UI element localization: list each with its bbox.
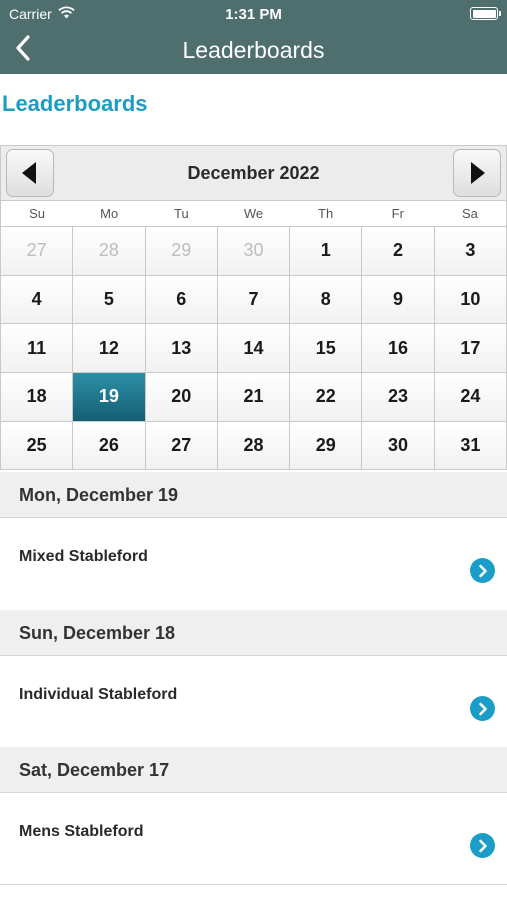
- status-time: 1:31 PM: [225, 6, 282, 23]
- calendar-day-21[interactable]: 21: [217, 373, 291, 422]
- calendar-day-5[interactable]: 5: [73, 275, 146, 325]
- calendar-day-12[interactable]: 12: [73, 324, 146, 374]
- calendar: December 2022 Su Mo Tu We Th Fr Sa 27 28 2…: [0, 145, 507, 471]
- calendar-day-8[interactable]: 8: [290, 275, 363, 325]
- date-section-header: Sun, December 18: [0, 610, 507, 656]
- calendar-day-4[interactable]: 4: [1, 275, 74, 325]
- date-section-label: Mon, December 19: [19, 485, 179, 505]
- month-label: December 2022: [187, 163, 320, 183]
- arrow-right-icon: [471, 162, 485, 184]
- weekday-label: Sa: [461, 206, 478, 221]
- calendar-day-30[interactable]: 30: [217, 227, 291, 276]
- calendar-day-28[interactable]: 28: [217, 421, 291, 471]
- calendar-day-2[interactable]: 2: [362, 227, 435, 276]
- calendar-day-11[interactable]: 11: [1, 324, 74, 374]
- calendar-day-10[interactable]: 10: [434, 275, 507, 325]
- calendar-day-28[interactable]: 28: [73, 227, 146, 276]
- calendar-day-29[interactable]: 29: [145, 227, 218, 276]
- top-bar: Carrier 1:31 PM Leaderboards: [0, 0, 507, 74]
- calendar-day-27[interactable]: 27: [1, 227, 74, 276]
- calendar-day-26[interactable]: 26: [73, 421, 146, 471]
- chevron-right-icon: [470, 833, 495, 858]
- event-name: Individual Stableford: [19, 686, 178, 703]
- next-month-button[interactable]: [453, 149, 501, 197]
- calendar-day-19[interactable]: 19: [73, 373, 146, 422]
- event-name: Mens Stableford: [19, 823, 144, 840]
- date-section-label: Sun, December 18: [19, 623, 176, 643]
- calendar-day-17[interactable]: 17: [434, 324, 507, 374]
- date-section-label: Sat, December 17: [19, 760, 170, 780]
- date-section-header: Mon, December 19: [0, 472, 507, 518]
- page-title: Leaderboards: [2, 91, 148, 116]
- calendar-day-7[interactable]: 7: [217, 275, 291, 325]
- calendar-day-24[interactable]: 24: [434, 373, 507, 422]
- calendar-grid: 27 28 29 30 1 2 3 4 5 6 7 8 9 10 11 12 13 14 15 16 17 18 19 20 2…: [0, 226, 507, 471]
- calendar-day-18[interactable]: 18: [1, 373, 74, 422]
- event-name: Mixed Stableford: [19, 548, 148, 565]
- nav-bar: Leaderboards: [0, 28, 507, 74]
- weekday-label: Th: [318, 206, 334, 221]
- weekday-row: Su Mo Tu We Th Fr Sa: [0, 201, 507, 226]
- weekday-label: Fr: [391, 206, 404, 221]
- status-bar: Carrier 1:31 PM: [0, 0, 507, 28]
- calendar-day-25[interactable]: 25: [1, 421, 74, 471]
- calendar-day-14[interactable]: 14: [217, 324, 291, 374]
- calendar-week-row: 4 5 6 7 8 9 10: [1, 275, 507, 325]
- chevron-right-icon: [470, 696, 495, 721]
- date-section-header: Sat, December 17: [0, 747, 507, 793]
- leaderboard-row-mens-stableford[interactable]: Mens Stableford: [0, 793, 507, 885]
- nav-title: Leaderboards: [182, 37, 325, 63]
- calendar-day-6[interactable]: 6: [145, 275, 218, 325]
- calendar-week-row: 18 19 20 21 22 23 24: [1, 373, 507, 422]
- chevron-right-icon: [470, 558, 495, 583]
- calendar-day-3[interactable]: 3: [434, 227, 507, 276]
- leaderboard-row-individual-stableford[interactable]: Individual Stableford: [0, 656, 507, 748]
- calendar-header: December 2022: [0, 145, 507, 201]
- calendar-day-13[interactable]: 13: [145, 324, 218, 374]
- calendar-week-row: 27 28 29 30 1 2 3: [1, 227, 507, 276]
- weekday-label: We: [243, 206, 264, 221]
- calendar-week-row: 11 12 13 14 15 16 17: [1, 324, 507, 374]
- calendar-day-1[interactable]: 1: [290, 227, 363, 276]
- calendar-day-27[interactable]: 27: [145, 421, 218, 471]
- calendar-day-22[interactable]: 22: [290, 373, 363, 422]
- weekday-label: Su: [29, 206, 46, 221]
- calendar-day-31[interactable]: 31: [434, 421, 507, 471]
- calendar-day-30[interactable]: 30: [362, 421, 435, 471]
- calendar-week-row: 25 26 27 28 29 30 31: [1, 421, 507, 471]
- calendar-day-29[interactable]: 29: [290, 421, 363, 471]
- calendar-day-9[interactable]: 9: [362, 275, 435, 325]
- calendar-day-23[interactable]: 23: [362, 373, 435, 422]
- calendar-day-20[interactable]: 20: [145, 373, 218, 422]
- calendar-day-16[interactable]: 16: [362, 324, 435, 374]
- battery-icon: [470, 7, 501, 20]
- leaderboard-row-mixed-stableford[interactable]: Mixed Stableford: [0, 518, 507, 610]
- list-divider: [0, 884, 507, 885]
- weekday-label: Mo: [100, 206, 119, 221]
- weekday-label: Tu: [174, 206, 189, 221]
- calendar-day-15[interactable]: 15: [290, 324, 363, 374]
